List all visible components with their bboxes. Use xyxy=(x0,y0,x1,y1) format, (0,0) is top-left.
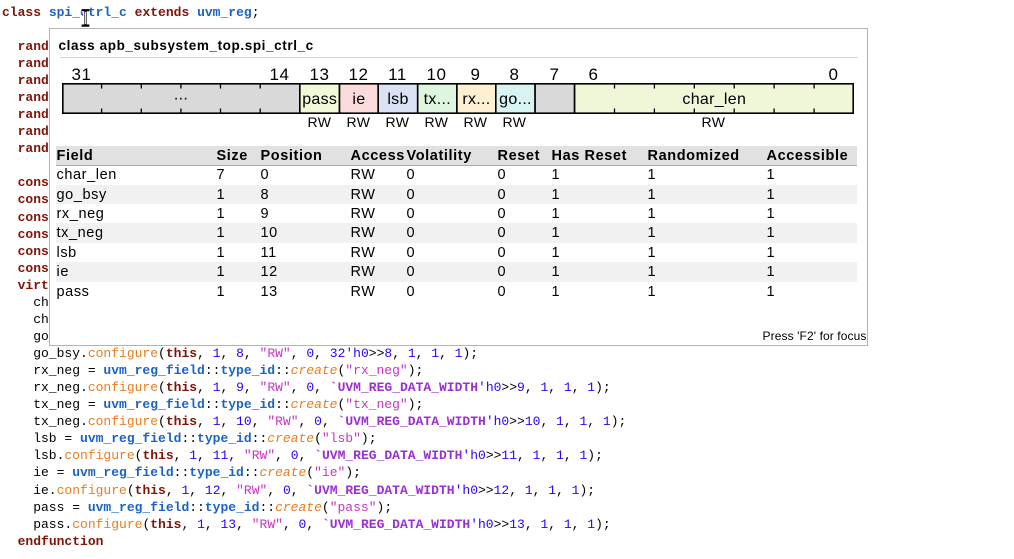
svg-text:tx...: tx... xyxy=(423,91,450,108)
svg-text:rx...: rx... xyxy=(462,91,490,108)
svg-text:go...: go... xyxy=(499,91,532,108)
svg-text:...: ... xyxy=(173,87,187,104)
svg-text:ie: ie xyxy=(352,91,365,108)
svg-text:lsb: lsb xyxy=(387,91,408,108)
svg-text:char_len: char_len xyxy=(682,91,746,108)
svg-text:pass: pass xyxy=(302,91,337,108)
